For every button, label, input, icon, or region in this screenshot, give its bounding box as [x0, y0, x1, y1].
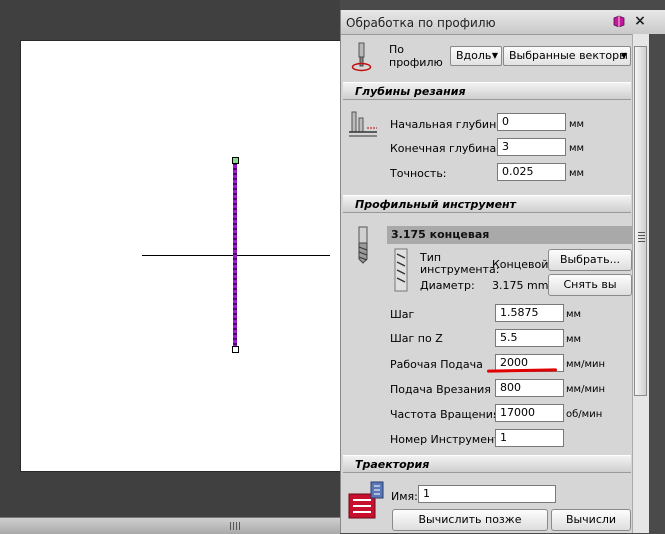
vectors-dropdown[interactable]: Выбранные векторы ▼ [503, 46, 631, 66]
section-cut-depths[interactable]: Глубины резания [343, 82, 631, 100]
panel-edge [649, 34, 665, 533]
stepdown-input[interactable]: 5.5 [495, 329, 564, 347]
toolpath-name-input[interactable]: 1 [418, 485, 556, 503]
panel-title: Обработка по профилю [346, 16, 496, 30]
plunge-rate-input[interactable]: 800 [495, 379, 564, 397]
vector-start-node[interactable] [232, 157, 239, 164]
tolerance-input[interactable]: 0.025 [497, 163, 566, 181]
panel-scroll-thumb[interactable] [634, 46, 647, 396]
side-dropdown[interactable]: Вдоль ▼ [450, 46, 502, 66]
spindle-speed-unit: об/мин [566, 409, 603, 420]
mode-label: По профилю [389, 43, 443, 69]
remove-tool-button[interactable]: Снять вы [548, 274, 632, 296]
chevron-down-icon: ▼ [491, 51, 498, 60]
end-depth-label: Конечная глубина: [390, 142, 500, 155]
drawing-canvas[interactable] [0, 0, 342, 534]
tool-diameter-value: 3.175 mm [492, 279, 549, 292]
horizontal-scrollbar[interactable] [0, 517, 340, 534]
panel-titlebar: Обработка по профилю × [341, 10, 665, 35]
tolerance-unit: мм [569, 168, 585, 179]
profile-toolpath-panel: Обработка по профилю × По профилю Вдоль … [340, 10, 665, 533]
vector-end-node[interactable] [232, 346, 239, 353]
stepover-input[interactable]: 1.5875 [495, 304, 564, 322]
selected-vector[interactable] [233, 160, 237, 350]
spindle-speed-label: Частота Вращения [390, 408, 500, 421]
selected-tool-name[interactable]: 3.175 концевая [387, 226, 632, 244]
chevron-down-icon: ▼ [620, 51, 627, 60]
plunge-rate-label: Подача Врезания [390, 383, 491, 396]
stepover-unit: мм [566, 309, 582, 320]
toolpath-name-label: Имя: [391, 490, 418, 503]
stepdown-label: Шаг по Z [390, 332, 443, 345]
tool-diameter-label: Диаметр: [420, 279, 475, 292]
panel-vertical-scrollbar[interactable] [632, 34, 649, 533]
feed-rate-label: Рабочая Подача [390, 358, 483, 371]
close-icon[interactable]: × [632, 13, 648, 29]
start-depth-unit: мм [569, 119, 585, 130]
feed-rate-unit: мм/мин [566, 359, 606, 370]
start-depth-label: Начальная глубина: [390, 118, 507, 131]
calculate-later-button[interactable]: Вычислить позже [392, 509, 548, 531]
tool-number-label: Номер Инструмента [390, 433, 508, 446]
depth-icon [349, 111, 377, 137]
toolpath-icon [348, 481, 384, 519]
calculate-button[interactable]: Вычисли [551, 509, 631, 531]
tool-number-input[interactable]: 1 [495, 429, 564, 447]
endmill-icon [358, 226, 368, 264]
scrollbar-grip[interactable] [230, 522, 240, 530]
select-tool-button[interactable]: Выбрать... [548, 249, 632, 271]
help-book-icon[interactable] [613, 15, 625, 27]
start-depth-input[interactable]: 0 [497, 113, 566, 131]
stepover-label: Шаг [390, 308, 415, 321]
spindle-speed-input[interactable]: 17000 [495, 404, 564, 422]
side-dropdown-value: Вдоль [456, 49, 492, 62]
end-depth-input[interactable]: 3 [497, 138, 566, 156]
tool-type-label: Тип инструмента: [420, 251, 500, 276]
tool-type-value: Концевой [492, 258, 549, 271]
material-sheet[interactable] [20, 40, 342, 472]
plunge-rate-unit: мм/мин [566, 384, 606, 395]
section-profile-tool[interactable]: Профильный инструмент [343, 195, 631, 213]
scroll-thumb-grip [638, 232, 645, 242]
tool-preview-icon [394, 248, 408, 292]
tolerance-label: Точность: [390, 167, 447, 180]
stepdown-unit: мм [566, 334, 582, 345]
vectors-dropdown-value: Выбранные векторы [509, 49, 628, 62]
end-depth-unit: мм [569, 143, 585, 154]
profile-cut-icon [351, 42, 372, 72]
section-toolpath[interactable]: Траектория [343, 455, 631, 473]
